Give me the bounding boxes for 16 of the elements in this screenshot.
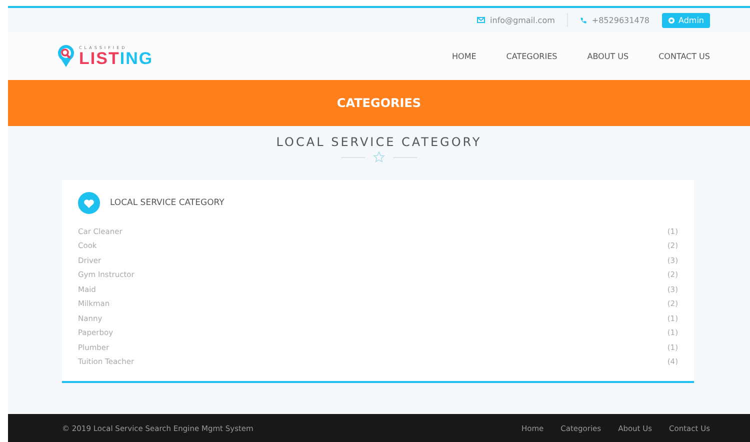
section-title: LOCAL SERVICE CATEGORY <box>276 135 482 149</box>
magnifier-pin-icon <box>56 44 76 68</box>
card-title: LOCAL SERVICE CATEGORY <box>110 198 224 208</box>
star-icon <box>373 151 385 163</box>
nav-link[interactable]: CATEGORIES <box>506 52 558 60</box>
phone-icon <box>580 16 587 24</box>
admin-button[interactable]: Admin <box>662 12 710 28</box>
nav-link[interactable]: ABOUT US <box>587 52 629 60</box>
email-text: info@gmail.com <box>490 16 555 24</box>
nav-link[interactable]: CONTACT US <box>658 52 710 60</box>
nav-link[interactable]: HOME <box>452 52 476 60</box>
mail-icon <box>477 17 486 23</box>
phone-text: +8529631478 <box>592 16 650 24</box>
banner-title: CATEGORIES <box>336 96 422 110</box>
ring-icon <box>668 16 674 24</box>
logo-wordmark: LISTING <box>79 50 154 66</box>
